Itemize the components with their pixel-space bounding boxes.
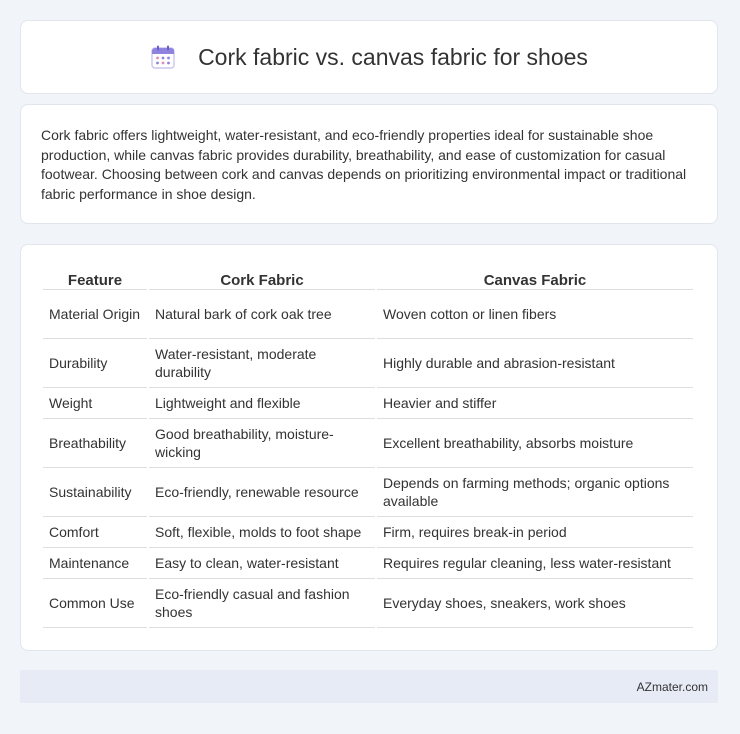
canvas-cell: Everyday shoes, sneakers, work shoes xyxy=(377,579,693,628)
canvas-cell: Highly durable and abrasion-resistant xyxy=(377,339,693,388)
cork-cell: Lightweight and flexible xyxy=(149,388,375,419)
table-row: Common Use Eco-friendly casual and fashi… xyxy=(43,579,693,628)
table-row: Maintenance Easy to clean, water-resista… xyxy=(43,548,693,579)
cork-cell: Soft, flexible, molds to foot shape xyxy=(149,517,375,548)
header-cork-fabric: Cork Fabric xyxy=(149,263,375,290)
table-row: Durability Water-resistant, moderate dur… xyxy=(43,339,693,388)
table-row: Material Origin Natural bark of cork oak… xyxy=(43,290,693,339)
table-row: Breathability Good breathability, moistu… xyxy=(43,419,693,468)
header-feature: Feature xyxy=(43,263,147,290)
cork-cell: Eco-friendly casual and fashion shoes xyxy=(149,579,375,628)
table-row: Weight Lightweight and flexible Heavier … xyxy=(43,388,693,419)
canvas-cell: Depends on farming methods; organic opti… xyxy=(377,468,693,517)
header-canvas-fabric: Canvas Fabric xyxy=(377,263,693,290)
comparison-card: Feature Cork Fabric Canvas Fabric Materi… xyxy=(20,244,718,651)
canvas-cell: Woven cotton or linen fibers xyxy=(377,290,693,339)
page-title: Cork fabric vs. canvas fabric for shoes xyxy=(198,43,588,70)
canvas-cell: Requires regular cleaning, less water-re… xyxy=(377,548,693,579)
cork-cell: Easy to clean, water-resistant xyxy=(149,548,375,579)
feature-cell: Comfort xyxy=(43,517,147,548)
feature-cell: Sustainability xyxy=(43,468,147,517)
feature-cell: Maintenance xyxy=(43,548,147,579)
feature-cell: Common Use xyxy=(43,579,147,628)
cork-cell: Good breathability, moisture-wicking xyxy=(149,419,375,468)
cork-cell: Water-resistant, moderate durability xyxy=(149,339,375,388)
footer-brand: AZmater.com xyxy=(636,679,708,694)
footer: AZmater.com xyxy=(20,670,718,703)
cork-cell: Natural bark of cork oak tree xyxy=(149,290,375,339)
title-wrap: Cork fabric vs. canvas fabric for shoes xyxy=(150,44,588,71)
calendar-icon xyxy=(150,44,176,70)
feature-cell: Durability xyxy=(43,339,147,388)
summary-card: Cork fabric offers lightweight, water-re… xyxy=(20,104,718,224)
cork-cell: Eco-friendly, renewable resource xyxy=(149,468,375,517)
feature-cell: Breathability xyxy=(43,419,147,468)
table-row: Comfort Soft, flexible, molds to foot sh… xyxy=(43,517,693,548)
comparison-table: Feature Cork Fabric Canvas Fabric Materi… xyxy=(41,263,695,628)
table-header-row: Feature Cork Fabric Canvas Fabric xyxy=(43,263,693,290)
canvas-cell: Excellent breathability, absorbs moistur… xyxy=(377,419,693,468)
summary-text: Cork fabric offers lightweight, water-re… xyxy=(41,127,687,202)
canvas-cell: Firm, requires break-in period xyxy=(377,517,693,548)
feature-cell: Weight xyxy=(43,388,147,419)
table-row: Sustainability Eco-friendly, renewable r… xyxy=(43,468,693,517)
title-card: Cork fabric vs. canvas fabric for shoes xyxy=(20,20,718,94)
canvas-cell: Heavier and stiffer xyxy=(377,388,693,419)
feature-cell: Material Origin xyxy=(43,290,147,339)
